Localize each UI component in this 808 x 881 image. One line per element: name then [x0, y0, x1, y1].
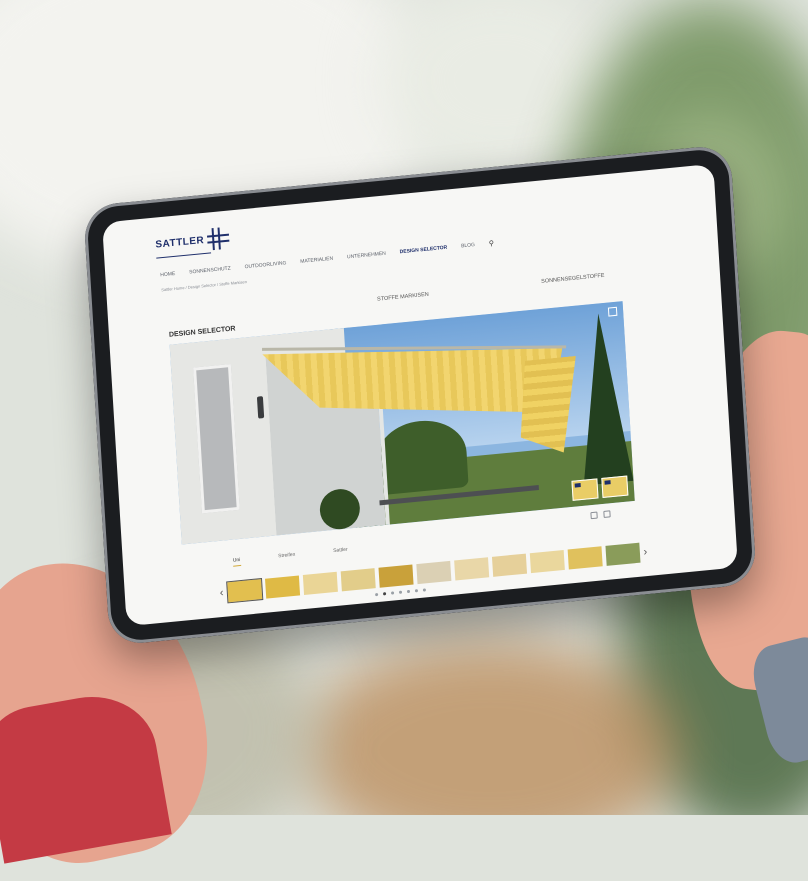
carousel-dot[interactable] [422, 588, 427, 592]
breadcrumb[interactable]: Sattler Home / Design Selector / Stoffe … [161, 279, 247, 292]
tablet-screen: SATTLER HOME SONNENSCHUTZ OUTDOORLIVING … [102, 163, 738, 627]
search-icon[interactable]: ⚲ [489, 239, 495, 247]
preview-lamp [256, 396, 265, 419]
tablet: SATTLER HOME SONNENSCHUTZ OUTDOORLIVING … [83, 144, 757, 646]
tab-sonnensegelstoffe[interactable]: SONNENSEGELSTOFFE [541, 273, 605, 285]
fabric-swatch[interactable] [567, 546, 603, 570]
logo-text: SATTLER [155, 234, 205, 251]
fabric-swatch[interactable] [416, 560, 452, 585]
fabric-tab-streifen[interactable]: Streifen [278, 552, 296, 563]
carousel-dot[interactable] [406, 589, 411, 594]
fabric-swatch[interactable] [529, 549, 565, 574]
preview-thumbnail-1[interactable] [571, 478, 599, 501]
nav-item-blog[interactable]: BLOG [461, 242, 475, 249]
fabric-swatch[interactable] [378, 564, 414, 588]
fabric-swatch[interactable] [264, 575, 300, 599]
logo[interactable]: SATTLER [155, 227, 230, 256]
fabric-tabs: Uni Streifen Sattler [232, 547, 348, 567]
carousel-dot[interactable] [375, 592, 379, 597]
nav-item-unternehmen[interactable]: UNTERNEHMEN [347, 251, 386, 261]
page-title: DESIGN SELECTOR [168, 325, 236, 339]
carousel-dot[interactable] [398, 590, 403, 594]
nav-item-sonnenschutz[interactable]: SONNENSCHUTZ [189, 266, 231, 276]
nav-item-home[interactable]: HOME [160, 271, 175, 278]
fabric-swatch[interactable] [605, 542, 641, 566]
fabric-swatch[interactable] [340, 568, 376, 592]
tab-stoffe-markisen[interactable]: STOFFE MARKISEN [377, 292, 429, 303]
swatch-prev-arrow-icon[interactable]: ‹ [219, 587, 223, 599]
preview-tools [590, 510, 611, 520]
nav-item-design-selector[interactable]: DESIGN SELECTOR [400, 245, 448, 256]
fabric-swatch[interactable] [453, 557, 489, 581]
carousel-dot[interactable] [414, 589, 419, 593]
swatch-next-arrow-icon[interactable]: › [643, 546, 647, 558]
fabric-swatches: ‹ › [219, 542, 648, 604]
nav-item-outdoorliving[interactable]: OUTDOORLIVING [244, 260, 286, 270]
fullscreen-icon[interactable] [607, 306, 618, 317]
carousel-dot[interactable] [383, 592, 387, 596]
carousel-dot[interactable] [390, 591, 395, 595]
fabric-swatch[interactable] [491, 553, 527, 577]
fabric-tab-uni[interactable]: Uni [232, 556, 241, 567]
carousel-dots [375, 588, 427, 597]
awning-preview-image [169, 301, 635, 545]
tablet-frame: SATTLER HOME SONNENSCHUTZ OUTDOORLIVING … [83, 144, 757, 646]
logo-mark-icon [206, 227, 230, 251]
download-icon[interactable] [590, 511, 598, 520]
share-icon[interactable] [603, 510, 611, 518]
fabric-swatch[interactable] [302, 571, 338, 596]
fabric-tab-sattler[interactable]: Sattler [333, 547, 348, 557]
fabric-swatch[interactable] [225, 577, 263, 604]
preview-thumbnail-2[interactable] [601, 475, 629, 498]
nav-item-materialien[interactable]: MATERIALIEN [300, 256, 333, 265]
